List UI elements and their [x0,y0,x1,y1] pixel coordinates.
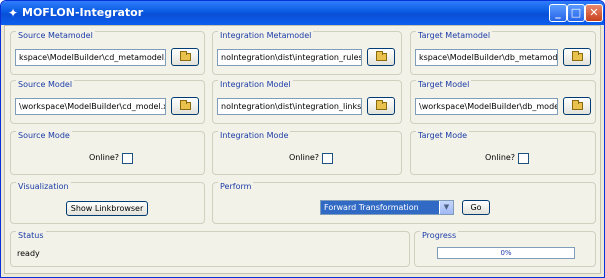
integration-online-checkbox[interactable] [322,153,333,164]
folder-open-icon [572,51,583,61]
integration-model-path-field[interactable]: noIntegration\dist\integration_links.xmi [217,98,362,115]
source-model-title: Source Model [16,80,75,89]
target-metamodel-path-field[interactable]: kspace\ModelBuilder\db_metamodel.jar [415,49,558,66]
app-window: ✦ MOFLON-Integrator _ □ ✕ Source Metamod… [0,0,605,278]
source-metamodel-path-field[interactable]: kspace\ModelBuilder\cd_metamodel.jar [15,49,166,66]
target-model-path-field[interactable]: \workspace\ModelBuilder\db_model.xml [415,98,558,115]
progress-bar: 0% [437,247,575,259]
target-metamodel-panel: Target Metamodel kspace\ModelBuilder\db_… [410,31,596,75]
target-model-title: Target Model [416,80,472,89]
status-title: Status [16,231,46,240]
target-model-browse-button[interactable] [563,97,591,115]
go-button[interactable]: Go [462,200,490,215]
progress-panel: Progress 0% [414,231,596,267]
main-content: Source Metamodel kspace\ModelBuilder\cd_… [4,25,601,274]
target-mode-panel: Target Mode Online? [410,131,596,175]
integration-model-browse-button[interactable] [367,97,395,115]
minimize-button[interactable]: _ [549,4,567,22]
folder-open-icon [376,100,387,110]
visualization-panel: Visualization Show Linkbrowser [10,182,205,224]
folder-open-icon [376,51,387,61]
source-metamodel-panel: Source Metamodel kspace\ModelBuilder\cd_… [10,31,205,75]
source-model-path-field[interactable]: \workspace\ModelBuilder\cd_model.xml [15,98,166,115]
source-online-label: Online? [89,153,120,162]
perform-title: Perform [218,182,254,191]
target-metamodel-browse-button[interactable] [563,48,591,66]
window-title: MOFLON-Integrator [22,6,144,19]
source-online-checkbox[interactable] [122,153,133,164]
source-metamodel-title: Source Metamodel [16,31,95,40]
integration-mode-title: Integration Mode [218,131,291,140]
progress-text: 0% [500,249,512,257]
integration-online-label: Online? [289,153,320,162]
integration-metamodel-browse-button[interactable] [367,48,395,66]
maximize-button[interactable]: □ [567,4,585,22]
integration-model-panel: Integration Model noIntegration\dist\int… [212,80,402,124]
transformation-select[interactable]: Forward Transformation ▼ [320,200,454,215]
source-model-panel: Source Model \workspace\ModelBuilder\cd_… [10,80,205,124]
minimize-icon: _ [555,6,561,19]
maximize-icon: □ [570,6,582,19]
chevron-down-icon[interactable]: ▼ [439,201,453,214]
source-mode-title: Source Mode [16,131,72,140]
app-icon: ✦ [7,6,19,20]
status-panel: Status ready [10,231,410,267]
target-mode-title: Target Mode [416,131,470,140]
close-icon: ✕ [589,6,599,19]
target-online-label: Online? [485,153,516,162]
integration-metamodel-panel: Integration Metamodel noIntegration\dist… [212,31,402,75]
source-model-browse-button[interactable] [171,97,199,115]
integration-metamodel-title: Integration Metamodel [218,31,314,40]
folder-open-icon [180,51,191,61]
title-bar[interactable]: ✦ MOFLON-Integrator _ □ ✕ [1,1,604,25]
target-metamodel-title: Target Metamodel [416,31,493,40]
progress-title: Progress [420,231,459,240]
folder-open-icon [180,100,191,110]
show-linkbrowser-button[interactable]: Show Linkbrowser [66,201,148,216]
integration-mode-panel: Integration Mode Online? [212,131,402,175]
perform-panel: Perform Forward Transformation ▼ Go [212,182,596,224]
folder-open-icon [572,100,583,110]
source-metamodel-browse-button[interactable] [171,48,199,66]
transformation-selected-value: Forward Transformation [324,203,419,212]
source-mode-panel: Source Mode Online? [10,131,205,175]
target-model-panel: Target Model \workspace\ModelBuilder\db_… [410,80,596,124]
status-value: ready [17,249,40,258]
integration-metamodel-path-field[interactable]: noIntegration\dist\integration_rules.jar [217,49,362,66]
close-button[interactable]: ✕ [585,4,603,22]
visualization-title: Visualization [16,182,71,191]
target-online-checkbox[interactable] [518,153,529,164]
integration-model-title: Integration Model [218,80,293,89]
